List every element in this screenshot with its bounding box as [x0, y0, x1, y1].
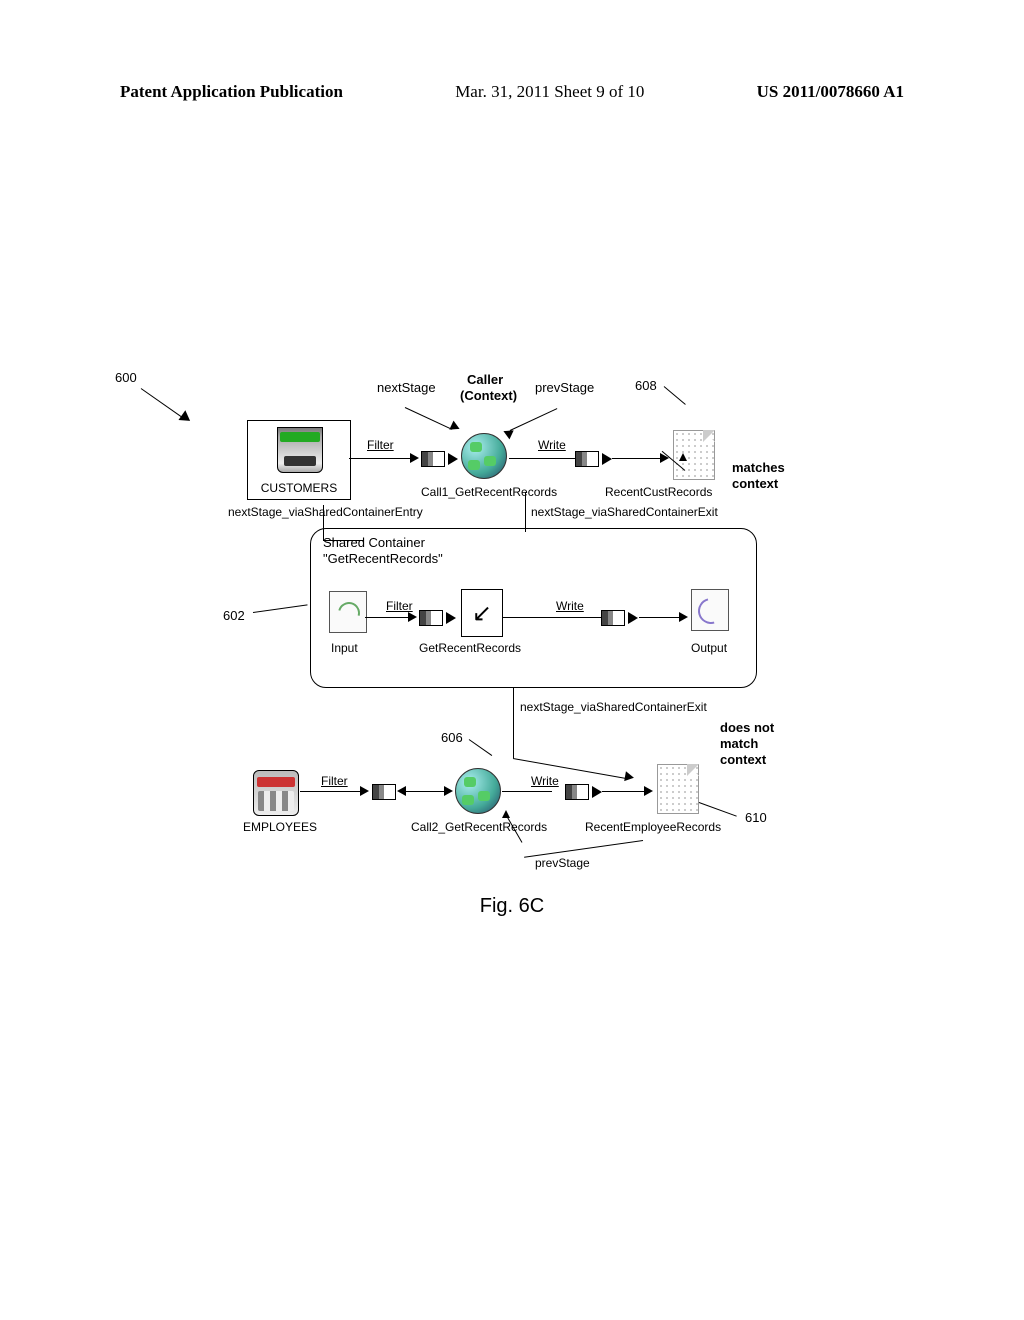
- arrow-top-1: [410, 453, 419, 463]
- exit-curve-hline-2: [513, 758, 626, 779]
- connector-icon-top-left: [421, 450, 458, 467]
- arrow-bot-1c: [444, 786, 453, 796]
- label-match: match: [720, 736, 758, 751]
- ref-600-lead: [141, 388, 183, 417]
- filter-link-bot: Filter: [321, 774, 348, 788]
- sc-line-1: [365, 617, 410, 618]
- connector-icon-bot-left: [372, 783, 399, 800]
- output-page-icon: [691, 589, 729, 631]
- nextstage-arrow-top: [449, 421, 461, 434]
- label-prevstage-top: prevStage: [535, 380, 594, 395]
- arrow-bot-2: [644, 786, 653, 796]
- label-getrec: GetRecentRecords: [419, 641, 521, 655]
- ref-600: 600: [115, 370, 137, 385]
- label-prevstage-bot: prevStage: [535, 856, 590, 870]
- ref-610-lead: [699, 802, 737, 817]
- ref-608: 608: [635, 378, 657, 393]
- label-matches: matches: [732, 460, 785, 475]
- arrow-bot-1b: [397, 786, 406, 796]
- line-bot-1: [300, 791, 362, 792]
- label-customers: CUSTOMERS: [248, 481, 350, 495]
- filter-link-top: Filter: [367, 438, 394, 452]
- globe-icon-call2: [455, 768, 501, 814]
- db2-icon: [277, 427, 323, 473]
- diagram-6c: 600 nextStage Caller (Context) prevStage…: [115, 360, 905, 950]
- label-call1: Call1_GetRecentRecords: [421, 485, 557, 499]
- ref-608-lead: [664, 386, 686, 405]
- sc-arrow-1: [408, 612, 417, 622]
- page-header: Patent Application Publication Mar. 31, …: [0, 82, 1024, 102]
- prevstage-lead-top: [510, 408, 558, 431]
- figure-caption: Fig. 6C: [0, 895, 1024, 918]
- shared-container-title: Shared Container "GetRecentRecords": [323, 535, 443, 567]
- ref-606-lead: [469, 739, 493, 756]
- exit-curve-vline-1: [525, 492, 526, 532]
- lead-recentcust-arrow: [679, 453, 687, 461]
- line-bot-1b: [406, 791, 446, 792]
- label-input: Input: [331, 641, 358, 655]
- label-ns-via-exit-2: nextStage_viaSharedContainerExit: [520, 700, 707, 714]
- line-bot-3: [602, 791, 646, 792]
- input-page-icon: [329, 591, 367, 633]
- sc-arrow-2: [679, 612, 688, 622]
- connector-icon-top-right: [575, 450, 612, 467]
- sc-line-3: [639, 617, 681, 618]
- header-right: US 2011/0078660 A1: [757, 82, 904, 102]
- write-link-top: Write: [538, 438, 566, 452]
- exit-curve-vline-2: [513, 688, 514, 758]
- nextstage-lead-top: [405, 407, 453, 430]
- header-left: Patent Application Publication: [120, 82, 343, 102]
- label-context-word-2: context: [720, 752, 766, 767]
- write-link-bot: Write: [531, 774, 559, 788]
- transformer-icon: [461, 589, 503, 637]
- connector-icon-sc-left: [419, 609, 456, 626]
- ref-606: 606: [441, 730, 463, 745]
- shared-container: Shared Container "GetRecentRecords" Inpu…: [310, 528, 757, 688]
- line-bot-2: [502, 791, 552, 792]
- label-recentemp: RecentEmployeeRecords: [585, 820, 721, 834]
- connector-icon-sc-right: [601, 609, 638, 626]
- label-nextstage-top: nextStage: [377, 380, 436, 395]
- label-caller-context: (Context): [460, 388, 517, 403]
- label-recentcust: RecentCustRecords: [605, 485, 712, 499]
- arrow-bot-1a: [360, 786, 369, 796]
- connector-icon-bot-right: [565, 783, 602, 800]
- label-ns-via-entry: nextStage_viaSharedContainerEntry: [228, 505, 423, 519]
- prevstage-arrow-bot: [502, 810, 510, 818]
- file-icon-recentemp: [657, 764, 699, 814]
- oracle-icon: [253, 770, 299, 816]
- customers-box: CUSTOMERS: [247, 420, 351, 500]
- filter-link-sc: Filter: [386, 599, 413, 613]
- label-caller: Caller: [467, 372, 503, 387]
- line-top-3: [612, 458, 662, 459]
- label-ns-via-exit-1: nextStage_viaSharedContainerExit: [531, 505, 718, 519]
- ref-600-arrow: [178, 410, 193, 426]
- ref-610: 610: [745, 810, 767, 825]
- sc-line-2: [503, 617, 603, 618]
- ref-602-lead: [253, 604, 308, 613]
- label-employees: EMPLOYEES: [243, 820, 317, 834]
- label-context-word-1: context: [732, 476, 778, 491]
- label-doesnot: does not: [720, 720, 774, 735]
- globe-icon-call1: [461, 433, 507, 479]
- line-top-1: [349, 458, 411, 459]
- label-call2: Call2_GetRecentRecords: [411, 820, 547, 834]
- write-link-sc: Write: [556, 599, 584, 613]
- ref-602: 602: [223, 608, 245, 623]
- exit-arrow-2: [624, 771, 635, 782]
- header-mid: Mar. 31, 2011 Sheet 9 of 10: [455, 82, 644, 102]
- label-output: Output: [691, 641, 727, 655]
